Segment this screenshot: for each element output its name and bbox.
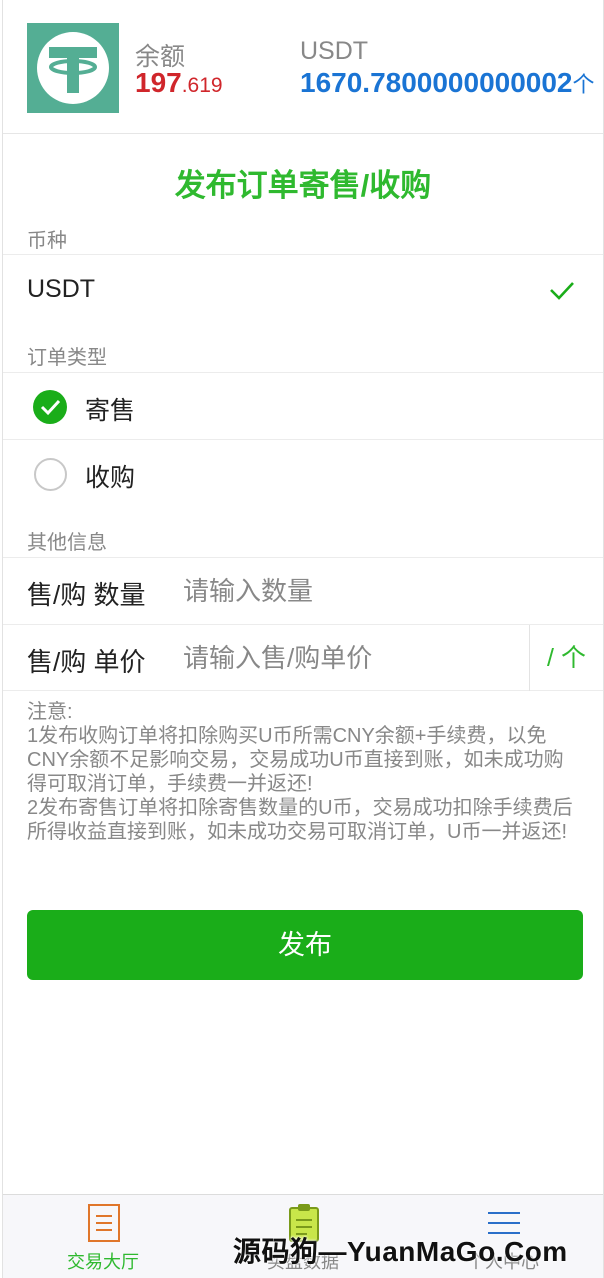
notice-line-2: 2发布寄售订单将扣除寄售数量的U币，交易成功扣除手续费后所得收益直接到账，如未成…: [27, 797, 573, 843]
price-row: 售/购 单价 / 个: [3, 624, 603, 691]
radio-unchecked-icon[interactable]: [34, 458, 67, 491]
other-info-section-label: 其他信息: [27, 532, 107, 554]
order-type-option-buy[interactable]: 收购: [3, 439, 603, 506]
tether-logo-icon: [27, 23, 119, 113]
check-icon: [550, 282, 574, 300]
price-label: 售/购 单价: [27, 647, 146, 677]
quantity-label: 售/购 数量: [27, 580, 146, 610]
notice-text: 注意: 1发布收购订单将扣除购买U币所需CNY余额+手续费，以免CNY余额不足影…: [27, 700, 583, 844]
quantity-input[interactable]: [183, 571, 523, 611]
usdt-amount: 1670.7800000000002: [300, 67, 573, 98]
notice-title: 注意:: [27, 701, 73, 723]
publish-button[interactable]: 发布: [27, 910, 583, 980]
watermark-text: 源码狗—YuanMaGo.Com: [233, 1236, 568, 1267]
balance-value: 197.619: [135, 67, 223, 102]
order-type-section-label: 订单类型: [27, 347, 107, 369]
notice-line-1: 1发布收购订单将扣除购买U币所需CNY余额+手续费，以免CNY余额不足影响交易，…: [27, 725, 564, 795]
balance-integer: 197: [135, 67, 182, 98]
currency-option-usdt[interactable]: USDT: [3, 254, 603, 322]
account-header: 余额 197.619 USDT 1670.7800000000002个: [3, 0, 603, 134]
usdt-unit: 个: [572, 72, 595, 97]
order-type-option-sell[interactable]: 寄售: [3, 372, 603, 439]
usdt-label: USDT: [300, 37, 369, 65]
order-type-label-sell: 寄售: [85, 397, 136, 425]
app-frame: 余额 197.619 USDT 1670.7800000000002个 发布订单…: [2, 0, 604, 1278]
balance-decimal: .619: [181, 74, 223, 97]
order-type-label-buy: 收购: [85, 464, 136, 492]
price-unit: / 个: [529, 625, 603, 691]
quantity-row: 售/购 数量: [3, 557, 603, 624]
tab-trading-hall[interactable]: 交易大厅: [3, 1195, 203, 1278]
currency-section-label: 币种: [27, 230, 67, 252]
page-title: 发布订单寄售/收购: [174, 168, 432, 203]
usdt-value: 1670.7800000000002个: [300, 67, 595, 101]
tab-label-trading-hall: 交易大厅: [67, 1252, 139, 1272]
price-input[interactable]: [183, 638, 523, 678]
document-icon: [88, 1204, 120, 1242]
currency-option-label: USDT: [27, 275, 96, 303]
radio-checked-icon[interactable]: [33, 390, 67, 424]
